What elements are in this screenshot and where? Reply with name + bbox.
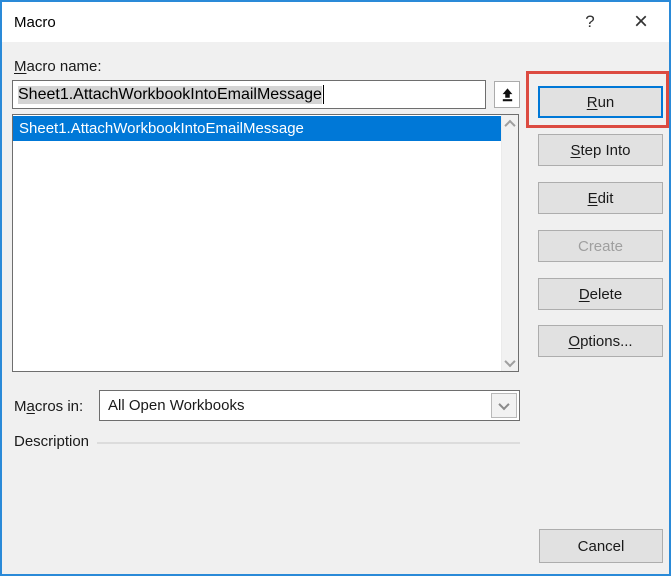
create-button: Create: [538, 230, 663, 262]
chevron-down-icon: [498, 398, 510, 410]
list-item[interactable]: Sheet1.AttachWorkbookIntoEmailMessage: [13, 116, 501, 141]
combobox-drop-button[interactable]: [491, 393, 517, 418]
up-arrow-from-bar-icon: [502, 88, 512, 102]
edit-label-rest: dit: [597, 189, 614, 207]
scroll-down-button[interactable]: [502, 354, 519, 371]
close-icon: ×: [633, 8, 648, 35]
macro-listbox[interactable]: Sheet1.AttachWorkbookIntoEmailMessage: [12, 114, 519, 372]
macro-name-label-accesskey: M: [14, 58, 27, 75]
options-button[interactable]: Options...: [538, 325, 663, 357]
dialog-title: Macro: [14, 13, 56, 31]
macros-in-label: Macros in:: [14, 398, 83, 415]
close-button[interactable]: ×: [613, 2, 669, 42]
description-divider: [97, 442, 520, 444]
macros-in-label-rest: cros in:: [34, 398, 84, 415]
delete-label-rest: elete: [589, 285, 623, 303]
titlebar-buttons: ? ×: [567, 2, 669, 42]
options-label-rest: ptions...: [580, 332, 633, 350]
run-button[interactable]: Run: [538, 86, 663, 118]
create-label: Create: [577, 237, 624, 255]
titlebar: Macro ? ×: [2, 2, 669, 42]
scroll-up-button[interactable]: [502, 115, 519, 132]
delete-label-accesskey: D: [578, 285, 590, 303]
macros-in-label-pre: M: [14, 398, 27, 415]
options-label-accesskey: O: [568, 332, 581, 350]
run-label-accesskey: R: [586, 93, 598, 111]
chevron-down-icon: [504, 355, 516, 367]
edit-button[interactable]: Edit: [538, 182, 663, 214]
macro-name-label: Macro name:: [14, 58, 102, 75]
macros-in-combobox[interactable]: All Open Workbooks: [99, 390, 520, 421]
macro-name-value: Sheet1.AttachWorkbookIntoEmailMessage: [18, 85, 322, 104]
listbox-scrollbar[interactable]: [501, 115, 518, 371]
macros-in-selected-value: All Open Workbooks: [108, 397, 245, 414]
macro-name-label-rest: acro name:: [26, 58, 102, 75]
text-caret: [322, 85, 324, 104]
description-label: Description: [14, 433, 90, 450]
step-into-label-accesskey: S: [570, 141, 581, 159]
macro-dialog: Macro ? × Macro name: Sheet1.AttachWorkb…: [0, 0, 671, 576]
cancel-label: Cancel: [577, 537, 625, 555]
edit-label-accesskey: E: [587, 189, 598, 207]
run-label-rest: un: [597, 93, 615, 111]
step-into-button[interactable]: Step Into: [538, 134, 663, 166]
cancel-button[interactable]: Cancel: [539, 529, 663, 563]
chevron-up-icon: [504, 119, 516, 131]
macros-in-label-accesskey: a: [26, 398, 35, 415]
help-button[interactable]: ?: [567, 2, 613, 42]
help-icon: ?: [585, 12, 595, 31]
step-into-label-rest: tep Into: [580, 141, 631, 159]
delete-button[interactable]: Delete: [538, 278, 663, 310]
submit-macro-button[interactable]: [494, 81, 520, 108]
macro-name-input[interactable]: Sheet1.AttachWorkbookIntoEmailMessage: [12, 80, 486, 109]
